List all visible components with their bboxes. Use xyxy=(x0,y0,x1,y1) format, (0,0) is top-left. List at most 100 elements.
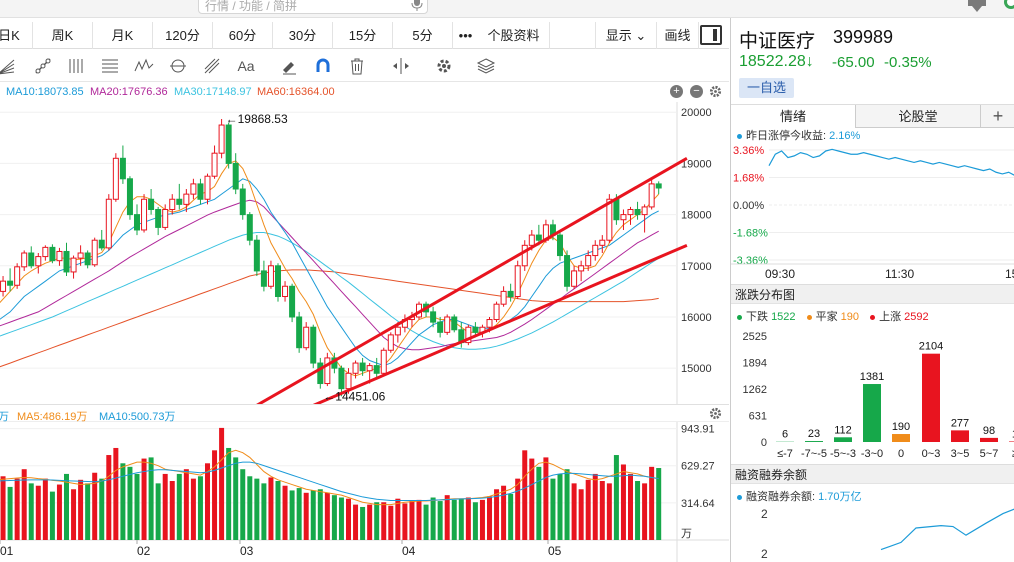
candle-body xyxy=(310,326,317,364)
candle-body xyxy=(592,244,599,257)
chevron-down-icon: ⌄ xyxy=(635,28,647,43)
add-watchlist-button[interactable]: 一自选 xyxy=(739,78,794,98)
bar-value-label: 277 xyxy=(951,417,969,429)
vertical-lines-icon[interactable] xyxy=(66,56,86,76)
tab-sentiment[interactable]: 情绪 xyxy=(731,105,856,128)
tab-forum[interactable]: 论股堂 xyxy=(856,105,981,128)
volume-bar xyxy=(395,498,401,540)
chart-settings-icon[interactable] xyxy=(709,85,722,98)
intraday-chart[interactable]: 3.36% 1.68% 0.00% -1.68% -3.36%09:30 11:30 15 xyxy=(731,140,1014,286)
trash-icon[interactable] xyxy=(347,56,367,76)
tab-stock-profile[interactable]: 个股资料 xyxy=(478,22,550,49)
zoom-range-icon[interactable] xyxy=(391,56,411,76)
ma20-line xyxy=(0,199,659,351)
ma60-label: MA60:16364.00 xyxy=(257,86,335,98)
high-annotation: ←19868.53 xyxy=(226,112,288,126)
candlestick-chart[interactable]: 200001900018000170001600015000←19868.53←… xyxy=(0,102,729,404)
tab-120-min[interactable]: 120分 xyxy=(153,22,213,49)
legend-dot xyxy=(737,133,742,139)
volume-bar xyxy=(423,504,429,540)
layout-toggle-icon[interactable] xyxy=(700,25,722,45)
legend-dot xyxy=(737,494,742,500)
display-dropdown[interactable]: 显示 ⌄ xyxy=(595,22,657,49)
volume-chart[interactable]: 943.91 629.27 314.64 万 01 02 03 04 05 xyxy=(0,422,729,562)
tab-monthly-k[interactable]: 月K xyxy=(93,22,153,49)
tab-5-min[interactable]: 5分 xyxy=(393,22,453,49)
x-tick-label: 05 xyxy=(548,544,562,558)
add-tab-button[interactable]: + xyxy=(981,105,1014,128)
distribution-bar xyxy=(892,434,910,442)
volume-settings-icon[interactable] xyxy=(709,407,722,420)
wave-tool-icon[interactable] xyxy=(134,56,154,76)
volume-bar xyxy=(444,495,450,540)
legend-dot xyxy=(806,314,812,320)
volume-bar xyxy=(176,473,182,540)
candle-body xyxy=(275,265,281,298)
text-tool-icon[interactable]: Aa xyxy=(236,56,256,76)
eraser-icon[interactable] xyxy=(279,56,299,76)
apple-icon[interactable] xyxy=(1002,0,1014,14)
candle-body xyxy=(451,316,458,331)
zoom-in-icon[interactable]: + xyxy=(670,85,683,98)
ma20-label: MA20:17676.36 xyxy=(90,86,168,98)
candle-body xyxy=(500,290,507,305)
volume-bar xyxy=(197,476,203,540)
ma10-label: MA10:18073.85 xyxy=(6,86,84,98)
volume-bar xyxy=(430,497,436,540)
microphone-icon[interactable] xyxy=(411,0,423,11)
volume-bar xyxy=(571,483,577,540)
volume-bar xyxy=(543,457,549,540)
display-label: 显示 xyxy=(605,28,632,43)
candle-body xyxy=(359,362,366,372)
x-tick-label: 0~3 xyxy=(922,448,941,460)
tab-60-min[interactable]: 60分 xyxy=(213,22,273,49)
candle-body xyxy=(77,252,84,259)
cycle-tool-icon[interactable] xyxy=(168,56,188,76)
tab-30-min[interactable]: 30分 xyxy=(273,22,333,49)
candle-body xyxy=(437,321,444,333)
tab-weekly-k[interactable]: 周K xyxy=(33,22,93,49)
more-periods-button[interactable]: ••• xyxy=(453,22,478,49)
tab-daily-k[interactable]: 日K xyxy=(0,22,33,49)
candle-body xyxy=(282,285,289,298)
candle-body xyxy=(225,124,232,164)
volume-bar xyxy=(585,479,591,540)
distribution-bar xyxy=(834,437,852,442)
y-tick-label: 17000 xyxy=(681,261,712,273)
distribution-title: 涨跌分布图 xyxy=(731,284,1014,304)
draw-line-button[interactable]: 画线 xyxy=(657,22,699,49)
volume-bar xyxy=(190,478,196,540)
settings-icon[interactable] xyxy=(434,56,454,76)
pitchfork-icon[interactable] xyxy=(202,56,222,76)
candle-body xyxy=(394,326,401,336)
distribution-bar xyxy=(805,441,823,442)
stock-name: 中证医疗 xyxy=(739,31,816,52)
volume-bar xyxy=(49,491,55,540)
volume-bar xyxy=(613,455,619,540)
y-tick-label: 0 xyxy=(761,437,767,449)
fan-lines-icon[interactable] xyxy=(0,56,16,76)
x-tick-label: -3~0 xyxy=(861,448,883,460)
price-change-pct: -0.35% xyxy=(884,54,932,71)
search-input[interactable]: 行情 / 功能 / 简拼 xyxy=(198,0,428,14)
tab-15-min[interactable]: 15分 xyxy=(333,22,393,49)
candle-body xyxy=(620,214,627,221)
x-tick-label: -7~-5 xyxy=(801,448,827,460)
zoom-out-icon[interactable]: − xyxy=(690,85,703,98)
volume-bar xyxy=(402,503,408,540)
y-tick-label: 2 xyxy=(761,507,768,521)
distribution-chart[interactable]: 2525 1894 1262 631 0 6 ≤-7 23 -7~-5 112 -5~-3 1381 -… xyxy=(731,322,1014,466)
magnet-icon[interactable] xyxy=(313,56,333,76)
segment-tool-icon[interactable] xyxy=(33,56,53,76)
candle-body xyxy=(338,367,345,390)
volume-bar xyxy=(367,504,373,540)
candle-body xyxy=(324,357,331,385)
horizontal-lines-icon[interactable] xyxy=(100,56,120,76)
user-icon[interactable] xyxy=(964,0,990,14)
stock-price: 18522.28↓ xyxy=(739,53,814,70)
volume-bar xyxy=(416,499,422,540)
margin-chart[interactable]: 22 xyxy=(731,502,1014,562)
y-unit-label: 万 xyxy=(681,528,692,540)
layers-icon[interactable] xyxy=(476,56,496,76)
volume-bar xyxy=(71,489,77,540)
